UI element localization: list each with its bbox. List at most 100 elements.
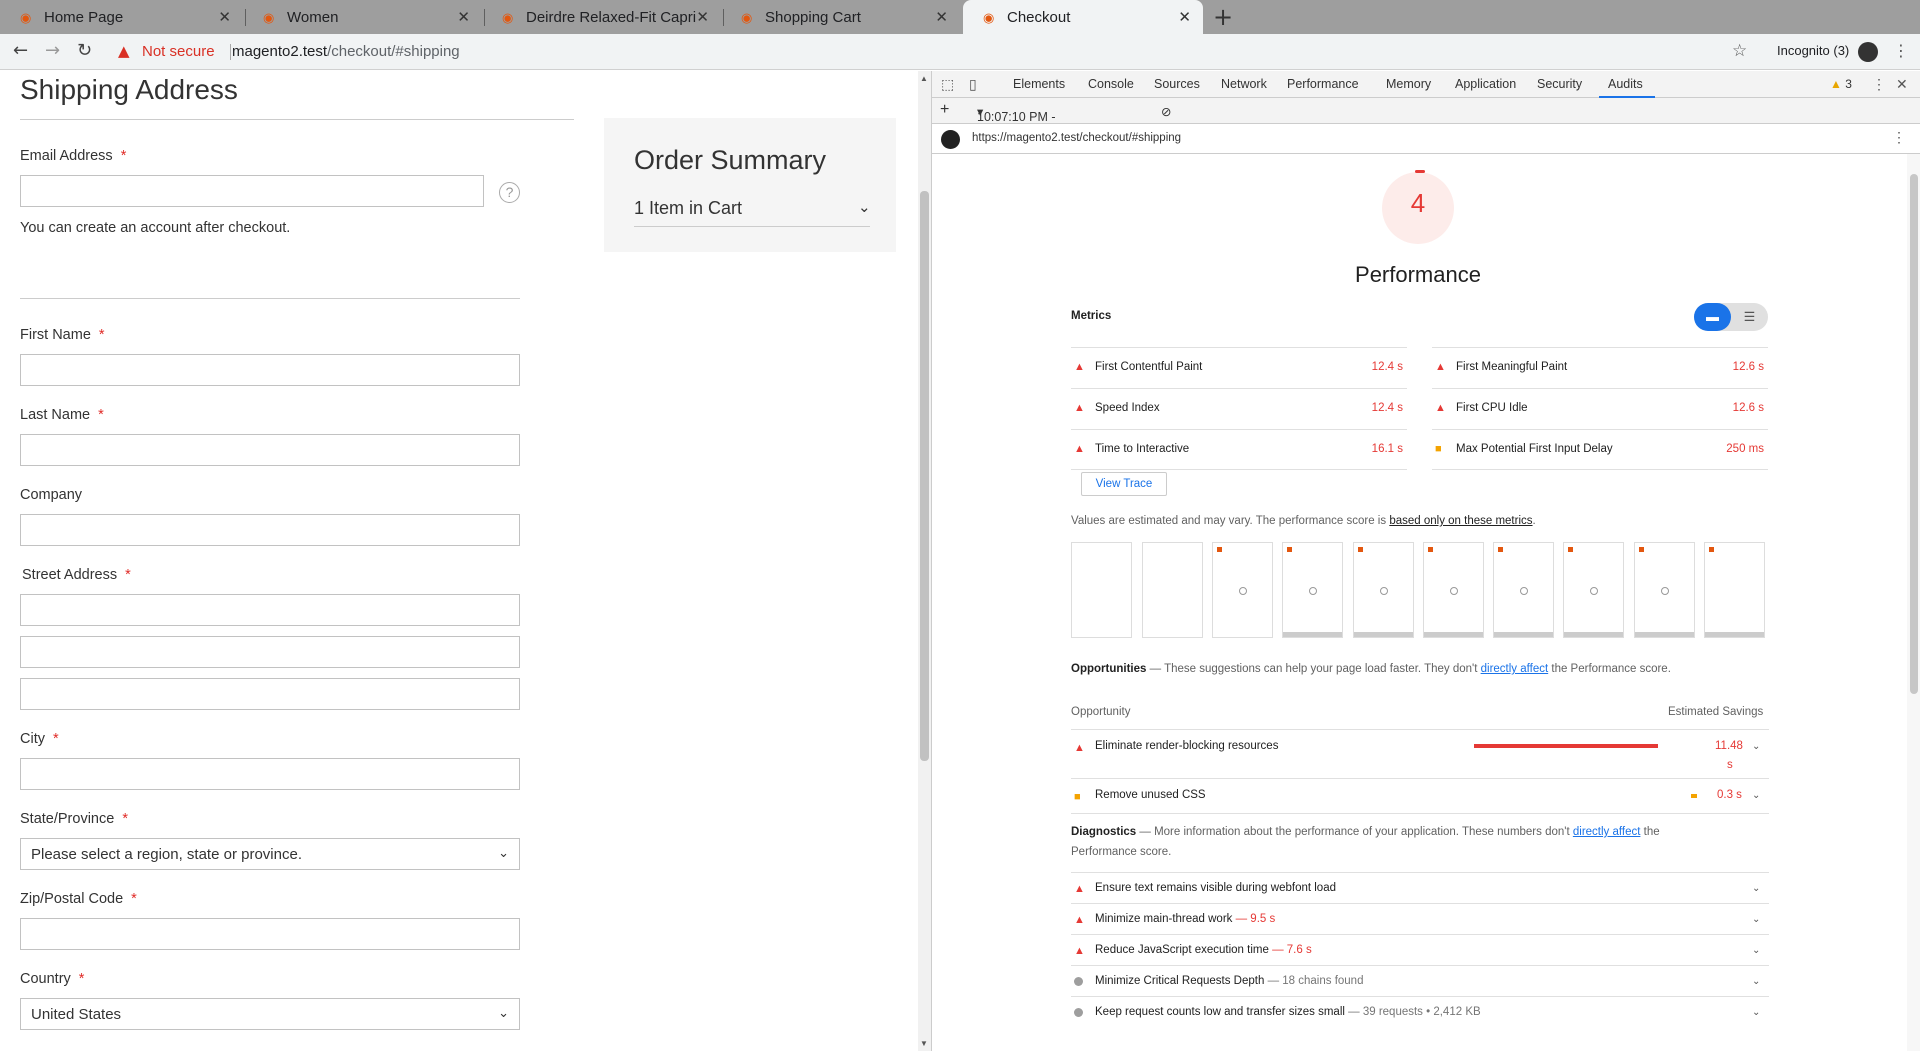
street-line-2-field[interactable] — [20, 636, 520, 668]
tab-application[interactable]: Application — [1455, 77, 1516, 91]
first-name-field[interactable] — [20, 354, 520, 386]
new-audit-icon[interactable]: + — [940, 101, 949, 119]
profile-label[interactable]: Incognito (3) — [1777, 43, 1849, 58]
filmstrip-frame — [1353, 542, 1414, 638]
diagnostic-detail: — 7.6 s — [1272, 944, 1312, 956]
reload-icon[interactable]: ↻ — [77, 42, 92, 60]
diagnostic-row[interactable]: Minimize Critical Requests Depth — 18 ch… — [1071, 965, 1769, 996]
report-selector[interactable]: 10:07:10 PM - magento2.test ▾ — [977, 104, 1056, 138]
last-name-field[interactable] — [20, 434, 520, 466]
scrollbar-thumb[interactable] — [1910, 174, 1918, 694]
state-select[interactable]: Please select a region, state or provinc… — [20, 838, 520, 870]
diagnostic-row[interactable]: ▲ Ensure text remains visible during web… — [1071, 872, 1769, 903]
page-scrollbar[interactable]: ▲ ▼ — [918, 71, 931, 1051]
tab-console[interactable]: Console — [1088, 77, 1134, 91]
tab-checkout[interactable]: ◉ Checkout ✕ — [963, 0, 1203, 34]
tab-deirdre-capri[interactable]: ◉ Deirdre Relaxed-Fit Capri ✕ — [482, 0, 721, 34]
scroll-down-icon[interactable]: ▼ — [920, 1039, 928, 1048]
close-devtools-icon[interactable]: ✕ — [1896, 76, 1908, 93]
tab-home-page[interactable]: ◉ Home Page ✕ — [0, 0, 243, 34]
chevron-down-icon[interactable]: ⌄ — [1752, 976, 1760, 987]
chevron-down-icon[interactable]: ⌄ — [1752, 1007, 1760, 1018]
forward-arrow-icon[interactable]: → — [45, 42, 60, 60]
bookmark-star-icon[interactable]: ☆ — [1732, 41, 1747, 61]
opportunity-row[interactable]: ▲ Eliminate render-blocking resources 11… — [1071, 729, 1769, 778]
order-summary: Order Summary 1 Item in Cart ⌄ — [604, 118, 896, 252]
diagnostic-row[interactable]: ▲ Reduce JavaScript execution time — 7.6… — [1071, 934, 1769, 965]
diagnostics-link[interactable]: directly affect — [1573, 826, 1641, 838]
country-select[interactable]: United States ⌄ — [20, 998, 520, 1030]
scroll-up-icon[interactable]: ▲ — [920, 74, 928, 83]
tab-sources[interactable]: Sources — [1154, 77, 1200, 91]
back-arrow-icon[interactable]: ← — [13, 42, 28, 60]
scrollbar-thumb[interactable] — [920, 191, 929, 761]
chevron-down-icon[interactable]: ⌄ — [1752, 945, 1760, 956]
average-square-icon: ■ — [1074, 791, 1081, 803]
device-toolbar-icon[interactable]: ▯ — [969, 76, 977, 93]
performance-score-gauge[interactable]: 4 — [1382, 170, 1454, 244]
tab-shopping-cart[interactable]: ◉ Shopping Cart ✕ — [721, 0, 960, 34]
incognito-icon[interactable] — [1858, 42, 1878, 62]
inspect-element-icon[interactable]: ⬚ — [941, 76, 954, 93]
browser-menu-icon[interactable]: ⋮ — [1893, 41, 1909, 60]
help-icon[interactable]: ? — [499, 182, 520, 203]
street-line-1-field[interactable] — [20, 594, 520, 626]
frame-bar — [1635, 632, 1694, 637]
opportunities-link[interactable]: directly affect — [1481, 663, 1549, 675]
not-secure-label[interactable]: Not secure — [142, 43, 215, 60]
chevron-down-icon[interactable]: ⌄ — [1752, 741, 1760, 752]
cart-items-toggle[interactable]: 1 Item in Cart — [634, 198, 742, 219]
opportunity-row[interactable]: ■ Remove unused CSS 0.3 s ⌄ — [1071, 778, 1769, 814]
email-field[interactable] — [20, 175, 484, 207]
chevron-down-icon[interactable]: ⌄ — [1752, 790, 1760, 801]
close-tab-icon[interactable]: ✕ — [935, 8, 948, 26]
address-bar[interactable]: ▲ Not secure magento2.test/checkout/#shi… — [108, 38, 1752, 66]
url-text[interactable]: magento2.test/checkout/#shipping — [232, 43, 460, 60]
more-options-icon[interactable]: ⋮ — [1892, 129, 1906, 146]
chevron-down-icon[interactable]: ⌄ — [1752, 914, 1760, 925]
close-tab-icon[interactable]: ✕ — [1178, 8, 1191, 26]
close-tab-icon[interactable]: ✕ — [218, 8, 231, 26]
tab-elements[interactable]: Elements — [1013, 77, 1065, 91]
frame-spinner — [1450, 587, 1458, 595]
info-circle-icon — [1074, 977, 1083, 986]
tab-audits[interactable]: Audits — [1608, 77, 1643, 91]
tab-memory[interactable]: Memory — [1386, 77, 1431, 91]
expanded-view-icon[interactable]: ☰ — [1731, 303, 1768, 331]
street-line-3-field[interactable] — [20, 678, 520, 710]
diagnostic-detail: — 18 chains found — [1267, 975, 1364, 987]
frame-spinner — [1380, 587, 1388, 595]
magento-favicon-icon: ◉ — [741, 9, 753, 25]
new-tab-button[interactable]: + — [1213, 4, 1233, 30]
tab-performance[interactable]: Performance — [1287, 77, 1359, 91]
devtools-menu-icon[interactable]: ⋮ — [1872, 76, 1886, 93]
estimate-link[interactable]: based only on these metrics — [1389, 515, 1532, 527]
tab-security[interactable]: Security — [1537, 77, 1582, 91]
diagnostic-row[interactable]: ▲ Minimize main-thread work — 9.5 s ⌄ — [1071, 903, 1769, 934]
frame-logo — [1428, 547, 1433, 552]
metrics-view-toggle[interactable]: ▬ ☰ — [1694, 303, 1768, 331]
company-field[interactable] — [20, 514, 520, 546]
close-tab-icon[interactable]: ✕ — [457, 8, 470, 26]
warnings-counter[interactable]: ▲ 3 — [1830, 77, 1852, 91]
filmstrip-frame — [1634, 542, 1695, 638]
filmstrip-frame — [1704, 542, 1765, 638]
zip-field[interactable] — [20, 918, 520, 950]
view-trace-button[interactable]: View Trace — [1081, 472, 1167, 496]
close-tab-icon[interactable]: ✕ — [696, 8, 709, 26]
diagnostic-row[interactable]: Keep request counts low and transfer siz… — [1071, 996, 1769, 1027]
compact-view-icon[interactable]: ▬ — [1694, 303, 1731, 331]
city-field[interactable] — [20, 758, 520, 790]
col-estimated-savings: Estimated Savings — [1668, 706, 1764, 718]
label-text: City — [20, 731, 45, 747]
magento-favicon-icon: ◉ — [983, 9, 995, 25]
devtools-scrollbar[interactable] — [1907, 154, 1920, 1051]
chevron-down-icon[interactable]: ⌄ — [1752, 883, 1760, 894]
chevron-down-icon[interactable]: ⌄ — [858, 198, 871, 216]
magento-favicon-icon: ◉ — [263, 9, 275, 25]
clear-icon[interactable]: ⊘ — [1161, 104, 1171, 119]
tab-women[interactable]: ◉ Women ✕ — [243, 0, 482, 34]
tab-network[interactable]: Network — [1221, 77, 1267, 91]
label-text: Street Address — [22, 567, 118, 583]
checkout-page: Shipping Address Email Address * ? You ca… — [0, 71, 931, 1051]
